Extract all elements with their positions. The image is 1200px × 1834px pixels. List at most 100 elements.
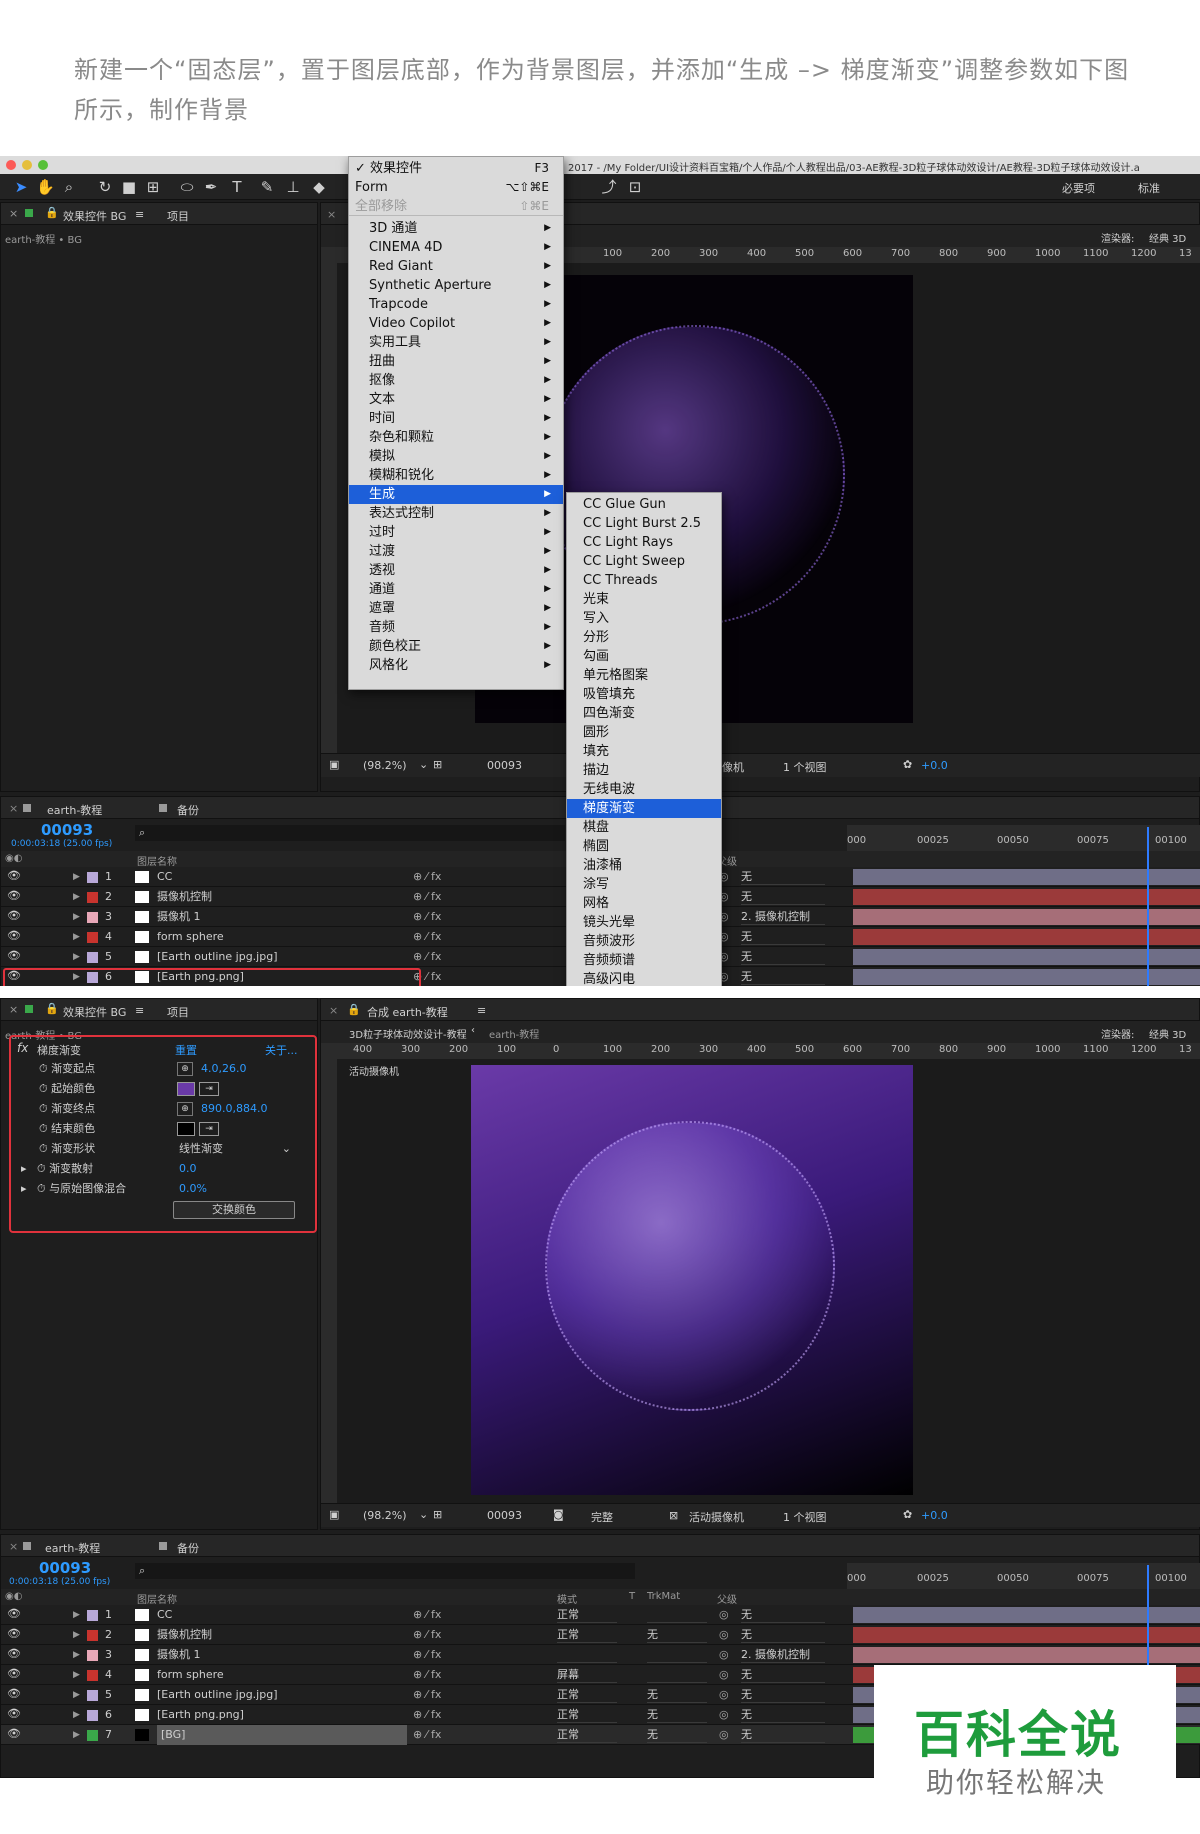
label-color-swatch[interactable] — [87, 1610, 98, 1621]
stopwatch-icon[interactable]: ⏱ — [39, 1102, 48, 1115]
visibility-eye-icon[interactable]: 👁 — [7, 1728, 21, 1740]
menu-item[interactable]: 文本 ▶ — [349, 390, 563, 409]
panel-close-icon[interactable]: × — [9, 207, 18, 220]
stopwatch-icon[interactable]: ⏱ — [37, 1162, 46, 1175]
submenu-item[interactable]: CC Light Sweep — [567, 552, 721, 571]
menu-item[interactable]: 遮罩 ▶ — [349, 599, 563, 618]
layer-switches[interactable]: ⊕ ⁄ fx — [413, 1705, 441, 1725]
expand-arrow-icon[interactable]: ▸ — [21, 1182, 27, 1195]
visibility-eye-icon[interactable]: 👁 — [7, 1648, 21, 1660]
end-color-swatch[interactable] — [177, 1122, 195, 1136]
layer-switches[interactable]: ⊕ ⁄ fx — [413, 1665, 441, 1685]
expand-arrow-icon[interactable]: ▶ — [73, 887, 80, 907]
parent-select[interactable]: 无 — [741, 1667, 825, 1683]
stopwatch-icon[interactable]: ⏱ — [39, 1082, 48, 1095]
layer-switches[interactable]: ⊕ ⁄ fx — [413, 1645, 441, 1665]
expand-arrow-icon[interactable]: ▶ — [73, 1685, 80, 1705]
menu-item[interactable]: 抠像 ▶ — [349, 371, 563, 390]
label-color-swatch[interactable] — [87, 892, 98, 903]
layer-search-input[interactable]: ⌕ — [135, 1563, 635, 1579]
layer-switches[interactable]: ⊕ ⁄ fx — [413, 1625, 441, 1645]
views-select[interactable]: 1 个视图 — [783, 759, 827, 775]
menu-item[interactable]: Video Copilot ▶ — [349, 314, 563, 333]
parent-select[interactable]: 无 — [741, 1727, 825, 1743]
parent-select[interactable]: 无 — [741, 889, 825, 905]
pickwhip-icon[interactable]: ◎ — [719, 1685, 729, 1705]
timeline-timecode[interactable]: 00093 — [39, 1559, 91, 1577]
workspace-standard[interactable]: 标准 — [1138, 180, 1160, 196]
breadcrumb-parent[interactable]: 3D粒子球体动效设计-教程 — [349, 1026, 467, 1041]
label-color-swatch[interactable] — [87, 932, 98, 943]
stopwatch-icon[interactable]: ⏱ — [39, 1062, 48, 1075]
comp-close-icon[interactable]: × — [327, 208, 336, 221]
submenu-item[interactable]: CC Light Rays — [567, 533, 721, 552]
expand-arrow-icon[interactable]: ▶ — [73, 907, 80, 927]
zoom-window-button[interactable] — [38, 160, 48, 170]
blend-mode-select[interactable]: 正常 — [557, 1727, 617, 1743]
menu-item[interactable]: 表达式控制 ▶ — [349, 504, 563, 523]
selection-tool-icon[interactable]: ➤ — [12, 178, 30, 196]
about-link[interactable]: 关于... — [265, 1042, 298, 1058]
eraser-tool-icon[interactable]: ◆ — [310, 178, 328, 196]
chevron-down-icon[interactable]: ⌄ — [419, 758, 428, 771]
hand-tool-icon[interactable]: ✋ — [36, 178, 55, 196]
menu-item[interactable]: 音频 ▶ — [349, 618, 563, 637]
exposure-value[interactable]: +0.0 — [921, 1509, 948, 1522]
expand-arrow-icon[interactable]: ▶ — [73, 1725, 80, 1745]
submenu-item[interactable]: 四色渐变 — [567, 704, 721, 723]
label-color-swatch[interactable] — [87, 1650, 98, 1661]
parent-select[interactable]: 无 — [741, 1687, 825, 1703]
expand-arrow-icon[interactable]: ▶ — [73, 1705, 80, 1725]
rotate-tool-icon[interactable]: ↻ — [96, 178, 114, 196]
pen-tool-icon[interactable]: ✒ — [202, 178, 220, 196]
submenu-item[interactable]: CC Threads — [567, 571, 721, 590]
layer-name[interactable]: CC — [157, 867, 172, 887]
minimize-window-button[interactable] — [22, 160, 32, 170]
menu-item[interactable]: Red Giant ▶ — [349, 257, 563, 276]
layer-name[interactable]: [BG] — [157, 1725, 407, 1745]
submenu-item[interactable]: 勾画 — [567, 647, 721, 666]
timeline-tab[interactable]: earth-教程 — [47, 802, 102, 818]
expand-arrow-icon[interactable]: ▶ — [73, 947, 80, 967]
magnification-icon[interactable]: ▣ — [329, 758, 339, 771]
swap-colors-button[interactable]: 交换颜色 — [173, 1201, 295, 1219]
layer-name[interactable]: form sphere — [157, 1665, 224, 1685]
project-tab[interactable]: 项目 — [167, 208, 189, 224]
eyedropper-icon[interactable]: ⇥ — [199, 1122, 219, 1136]
panel-close-icon[interactable]: × — [9, 1003, 18, 1016]
pickwhip-icon[interactable]: ◎ — [719, 1625, 729, 1645]
ellipse-tool-icon[interactable]: ⬭ — [178, 178, 196, 196]
submenu-item[interactable]: 涂写 — [567, 875, 721, 894]
layer-name[interactable]: [Earth outline jpg.jpg] — [157, 947, 277, 967]
pan-behind-tool-icon[interactable]: ⊞ — [144, 178, 162, 196]
label-color-swatch[interactable] — [87, 912, 98, 923]
panel-menu-icon[interactable]: ≡ — [135, 208, 144, 221]
visibility-eye-icon[interactable]: 👁 — [7, 950, 21, 962]
submenu-item[interactable]: 油漆桶 — [567, 856, 721, 875]
timeline-timecode[interactable]: 00093 — [41, 821, 93, 839]
zoom-tool-icon[interactable]: ⌕ — [60, 178, 78, 196]
layer-switches[interactable]: ⊕ ⁄ fx — [413, 1685, 441, 1705]
label-color-swatch[interactable] — [87, 1630, 98, 1641]
expand-arrow-icon[interactable]: ▸ — [21, 1162, 27, 1175]
menu-item[interactable]: 时间 ▶ — [349, 409, 563, 428]
menu-item[interactable]: 全部移除 ⇧⌘E — [349, 197, 563, 216]
timeline-tab-backup[interactable]: 备份 — [177, 802, 199, 818]
timeline-tab[interactable]: earth-教程 — [45, 1540, 100, 1556]
layer-switches[interactable]: ⊕ ⁄ fx — [413, 1605, 441, 1625]
snapshot-icon[interactable]: ◙ — [553, 1508, 564, 1521]
label-color-swatch[interactable] — [87, 1730, 98, 1741]
layer-name-column[interactable]: 图层名称 — [137, 853, 177, 868]
current-frame[interactable]: 00093 — [487, 1509, 522, 1522]
submenu-item[interactable]: 椭圆 — [567, 837, 721, 856]
layer-name[interactable]: [Earth outline jpg.jpg] — [157, 1685, 277, 1705]
panel-menu-icon[interactable]: ≡ — [135, 1004, 144, 1017]
pickwhip-icon[interactable]: ◎ — [719, 1645, 729, 1665]
parent-select[interactable]: 无 — [741, 1627, 825, 1643]
layer-search-input[interactable]: ⌕ — [135, 825, 565, 841]
parent-select[interactable]: 无 — [741, 1707, 825, 1723]
grid-toggle-icon[interactable]: ⊞ — [433, 758, 442, 771]
submenu-item[interactable]: 无线电波 — [567, 780, 721, 799]
layer-switches[interactable]: ⊕ ⁄ fx — [413, 907, 441, 927]
layer-name[interactable]: form sphere — [157, 927, 224, 947]
